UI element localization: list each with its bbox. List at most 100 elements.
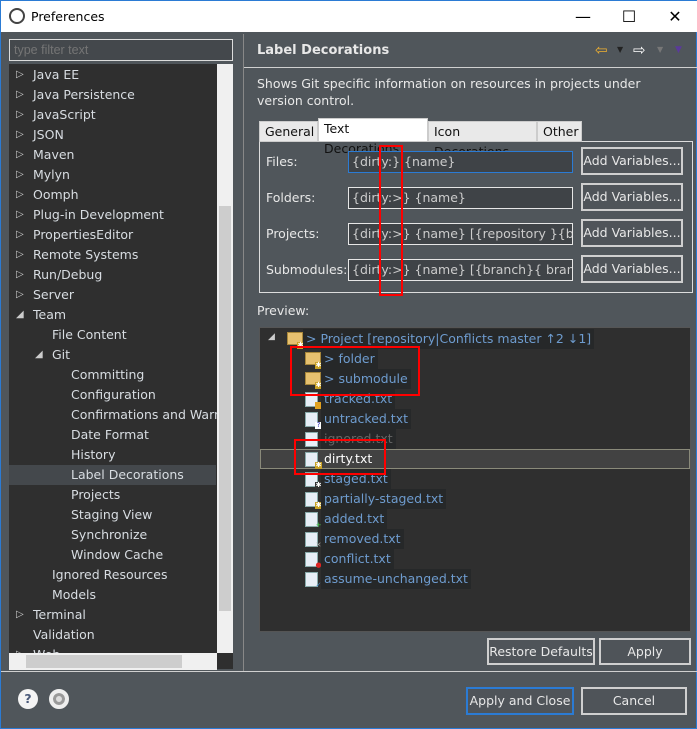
add-variables-button[interactable]: Add Variables...	[581, 183, 683, 211]
tree-item[interactable]: Committing	[71, 365, 144, 385]
tab-general[interactable]: General	[259, 121, 318, 142]
preview-item[interactable]: conflict.txt	[321, 549, 394, 569]
tree-item[interactable]: Git	[52, 345, 70, 365]
tab-text-decorations[interactable]: Text Decorations	[318, 118, 428, 156]
preview-item[interactable]: removed.txt	[321, 529, 404, 549]
apply-and-close-button[interactable]: Apply and Close	[466, 687, 574, 715]
expand-arrow-icon[interactable]: ▷	[16, 209, 24, 220]
tree-item[interactable]: Run/Debug	[33, 265, 102, 285]
tree-item-label: Validation	[33, 627, 95, 642]
expand-arrow-icon[interactable]: ▷	[16, 89, 24, 100]
tree-item[interactable]: Label Decorations	[9, 465, 216, 485]
tree-item[interactable]: Confirmations and Warnings	[71, 405, 233, 425]
tree-item[interactable]: Oomph	[33, 185, 79, 205]
cancel-button[interactable]: Cancel	[581, 687, 687, 715]
tree-item[interactable]: Team	[33, 305, 66, 325]
tree-item[interactable]: Terminal	[33, 605, 86, 625]
tree-item[interactable]: Server	[33, 285, 74, 305]
expand-arrow-icon[interactable]: ▷	[16, 189, 24, 200]
chevron-down-icon[interactable]: ▼	[657, 45, 663, 54]
tree-item[interactable]: Java EE	[33, 65, 79, 85]
chevron-down-icon[interactable]: ▼	[617, 45, 623, 54]
tree-item-label: Plug-in Development	[33, 207, 164, 222]
tree-item-label: History	[71, 447, 116, 462]
tree-item[interactable]: Date Format	[71, 425, 149, 445]
expand-arrow-icon[interactable]: ▷	[16, 129, 24, 140]
tree-item-label: Mylyn	[33, 167, 70, 182]
filter-input[interactable]	[9, 39, 233, 61]
add-variables-button[interactable]: Add Variables...	[581, 219, 683, 247]
scroll-thumb[interactable]	[219, 206, 231, 611]
tree-item[interactable]: JavaScript	[33, 105, 96, 125]
add-variables-button[interactable]: Add Variables...	[581, 147, 683, 175]
back-arrow-icon[interactable]: ⇦	[595, 41, 608, 59]
restore-defaults-button[interactable]: Restore Defaults	[487, 638, 595, 665]
expand-arrow-icon[interactable]: ▷	[16, 289, 24, 300]
tree-item-label: File Content	[52, 327, 127, 342]
tree-item[interactable]: Staging View	[71, 505, 152, 525]
tree-item[interactable]: Window Cache	[71, 545, 163, 565]
tree-item[interactable]: Projects	[71, 485, 120, 505]
tree-item[interactable]: Ignored Resources	[52, 565, 168, 585]
tree-item[interactable]: Synchronize	[71, 525, 147, 545]
expand-arrow-icon[interactable]: ▷	[16, 109, 24, 120]
expand-arrow-icon[interactable]: ▷	[16, 69, 24, 80]
tree-item[interactable]: PropertiesEditor	[33, 225, 133, 245]
tree-item[interactable]: Configuration	[71, 385, 156, 405]
tree-item-label: Git	[52, 347, 71, 362]
tree-item[interactable]: Mylyn	[33, 165, 70, 185]
preview-item[interactable]: dirty.txt	[321, 449, 375, 469]
close-button[interactable]: ✕	[652, 1, 697, 32]
expand-arrow-icon[interactable]: ▷	[16, 609, 24, 620]
expand-arrow-icon[interactable]: ▷	[16, 249, 24, 260]
tree-item[interactable]: Plug-in Development	[33, 205, 164, 225]
project-icon: ✱	[287, 332, 304, 349]
tree-item[interactable]: Validation	[33, 625, 95, 645]
expand-arrow-icon[interactable]: ▷	[16, 269, 24, 280]
view-menu-icon[interactable]: ▼	[675, 45, 682, 55]
file-icon: ?	[305, 412, 322, 429]
divider	[243, 34, 244, 671]
eclipse-icon	[9, 8, 25, 24]
preview-item[interactable]: added.txt	[321, 509, 388, 529]
tab-icon-decorations[interactable]: Icon Decorations	[428, 121, 537, 159]
help-icon[interactable]: ?	[18, 689, 38, 709]
minimize-button[interactable]: —	[560, 1, 606, 32]
window-title: Preferences	[31, 9, 105, 24]
import-export-icon[interactable]	[49, 689, 69, 709]
file-icon: ✱	[305, 452, 322, 469]
maximize-button[interactable]: ☐	[606, 1, 652, 32]
field-label: Projects:	[266, 226, 320, 241]
tree-item[interactable]: Remote Systems	[33, 245, 138, 265]
tree-item-label: Configuration	[71, 387, 156, 402]
expand-arrow-icon[interactable]: ▷	[16, 169, 24, 180]
tree-item-label: Label Decorations	[71, 467, 184, 482]
tree-item[interactable]: Java Persistence	[33, 85, 135, 105]
tree-item[interactable]: Models	[52, 585, 96, 605]
tree-item[interactable]: History	[71, 445, 115, 465]
add-variables-button[interactable]: Add Variables...	[581, 255, 683, 283]
forward-arrow-icon[interactable]: ⇨	[633, 41, 646, 59]
collapse-arrow-icon[interactable]: ◢	[268, 332, 275, 342]
tree-item-label: Maven	[33, 147, 75, 162]
preview-item[interactable]: assume-unchanged.txt	[321, 569, 471, 589]
tree-item[interactable]: File Content	[52, 325, 127, 345]
tree-item-label: Server	[33, 287, 74, 302]
tree-item-label: PropertiesEditor	[33, 227, 134, 242]
tree-item[interactable]: Maven	[33, 145, 74, 165]
preview-item[interactable]: untracked.txt	[321, 409, 412, 429]
tab-other[interactable]: Other	[537, 121, 582, 142]
expand-arrow-icon[interactable]: ▷	[16, 149, 24, 160]
expand-arrow-icon[interactable]: ◢	[16, 309, 24, 320]
tree-item[interactable]: JSON	[33, 125, 64, 145]
expand-arrow-icon[interactable]: ▷	[16, 229, 24, 240]
divider	[1, 671, 697, 672]
tree-item-label: Oomph	[33, 187, 79, 202]
preview-item[interactable]: partially-staged.txt	[321, 489, 447, 509]
apply-button[interactable]: Apply	[599, 638, 691, 665]
tree-item-label: Java Persistence	[33, 87, 135, 102]
expand-arrow-icon[interactable]: ◢	[35, 349, 43, 360]
scroll-thumb-horizontal[interactable]	[26, 655, 182, 668]
field-label: Files:	[266, 154, 298, 169]
tree-item-label: Models	[52, 587, 97, 602]
